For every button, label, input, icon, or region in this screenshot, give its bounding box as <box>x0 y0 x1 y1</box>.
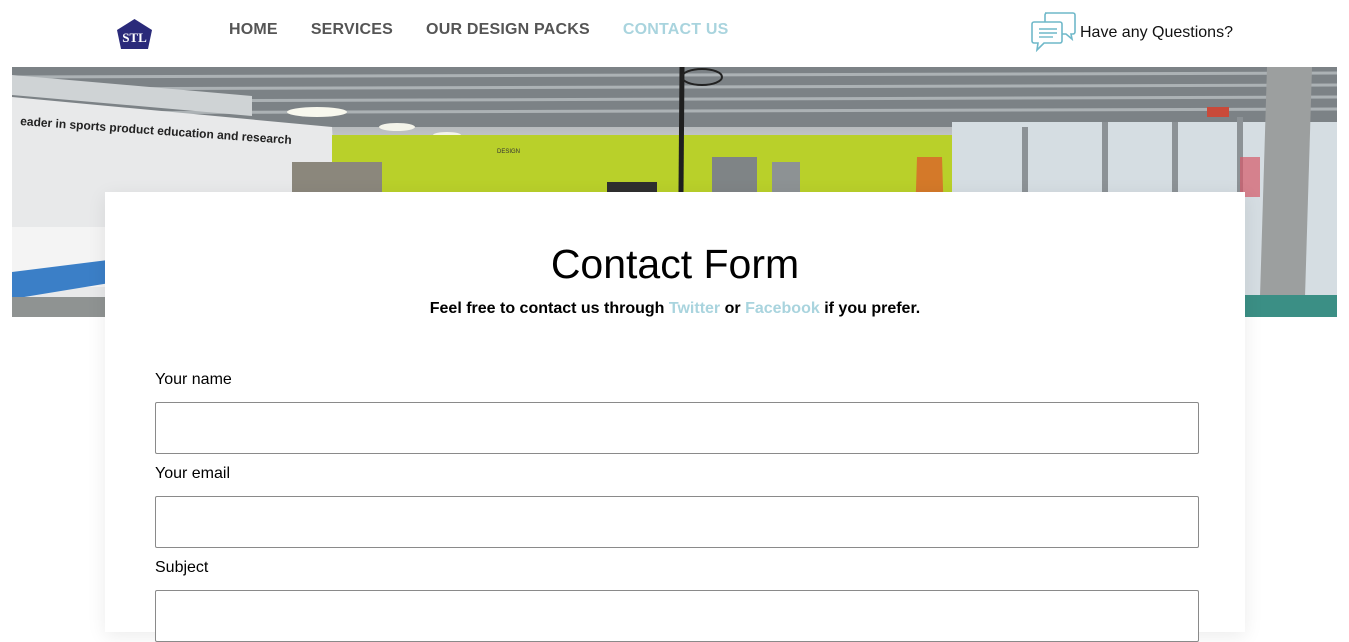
subtitle-text-or: or <box>724 300 741 317</box>
nav-contact-us[interactable]: CONTACT US <box>623 20 729 40</box>
email-label: Your email <box>155 465 231 482</box>
subtitle-text-before: Feel free to contact us through <box>429 300 665 317</box>
questions-link[interactable]: Have any Questions? <box>1031 11 1233 53</box>
contact-form-card: Contact Form Feel free to contact us thr… <box>105 192 1245 642</box>
subject-field[interactable] <box>155 590 1199 642</box>
chat-bubbles-icon <box>1031 12 1076 53</box>
nav-services[interactable]: SERVICES <box>311 20 393 40</box>
nav-home[interactable]: HOME <box>229 20 278 40</box>
form-title: Contact Form <box>550 241 800 287</box>
email-field[interactable] <box>155 496 1199 548</box>
form-subtitle: Feel free to contact us through Twitter … <box>105 299 1245 319</box>
site-header: STL HOME SERVICES OUR DESIGN PACKS CONTA… <box>0 0 1349 67</box>
stl-logo[interactable]: STL <box>116 18 153 50</box>
subject-label: Subject <box>155 559 209 576</box>
subtitle-text-after: if you prefer. <box>824 300 921 317</box>
nav-design-packs[interactable]: OUR DESIGN PACKS <box>426 20 590 40</box>
facebook-link[interactable]: Facebook <box>745 300 820 317</box>
svg-text:STL: STL <box>122 30 147 45</box>
questions-label: Have any Questions? <box>1080 24 1233 41</box>
name-label: Your name <box>155 371 232 388</box>
main-nav: HOME SERVICES OUR DESIGN PACKS CONTACT U… <box>229 20 762 40</box>
twitter-link[interactable]: Twitter <box>669 300 720 317</box>
svg-text:DESIGN: DESIGN <box>497 149 520 155</box>
name-field[interactable] <box>155 402 1199 454</box>
